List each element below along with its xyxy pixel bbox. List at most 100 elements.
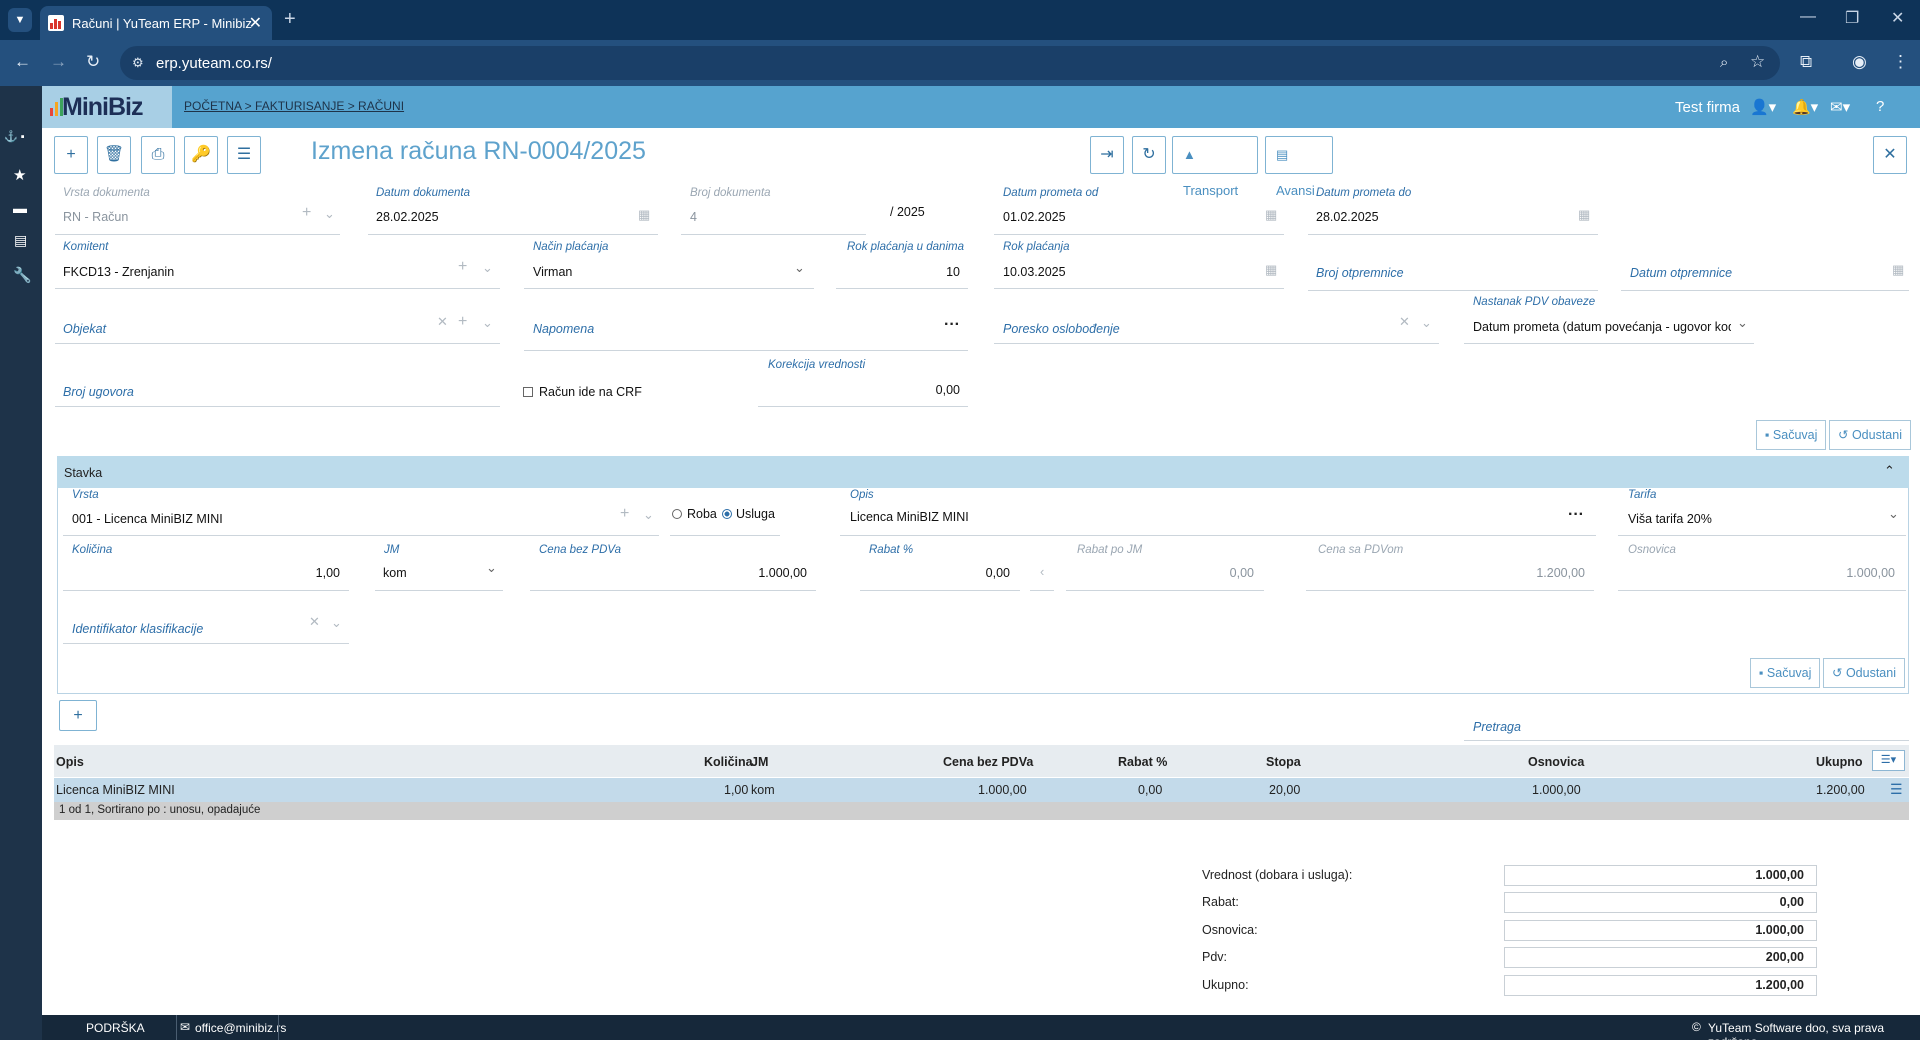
vrsta-field[interactable]: 001 - Licenca MiniBIZ MINI xyxy=(72,512,223,526)
plus-icon[interactable]: + xyxy=(620,505,629,523)
col-stopa[interactable]: Stopa xyxy=(1266,755,1301,769)
opis-field[interactable]: Licenca MiniBIZ MINI xyxy=(850,510,969,524)
save-form-button[interactable]: ▪ Sačuvaj xyxy=(1756,420,1827,450)
close-form-button[interactable]: ✕ xyxy=(1873,136,1907,174)
komitent-field[interactable]: FKCD13 - Zrenjanin xyxy=(63,265,174,279)
plus-icon[interactable]: + xyxy=(458,313,467,331)
col-osnovica[interactable]: Osnovica xyxy=(1528,755,1584,769)
refresh-button[interactable]: ↻ xyxy=(1132,136,1166,174)
delete-button[interactable]: 🗑 xyxy=(97,136,131,174)
bookmark-star-icon[interactable]: ☆ xyxy=(1750,52,1765,72)
transport-button[interactable]: ▲ Transport xyxy=(1172,136,1258,198)
star-icon[interactable]: ★ xyxy=(13,166,26,184)
calendar-icon[interactable]: ▦ xyxy=(1892,262,1904,278)
datum-prometa-od-field[interactable]: 01.02.2025 xyxy=(1003,210,1066,224)
objekat-field[interactable]: Objekat xyxy=(63,322,106,336)
tarifa-field[interactable]: Viša tarifa 20% xyxy=(1628,512,1712,526)
back-icon[interactable]: ← xyxy=(14,52,31,72)
kolicina-field[interactable]: 1,00 xyxy=(63,566,340,580)
datum-prometa-do-field[interactable]: 28.02.2025 xyxy=(1316,210,1379,224)
usluga-radio[interactable] xyxy=(722,509,732,519)
more-dots-icon[interactable]: ··· xyxy=(944,316,960,334)
browser-tab[interactable]: Računi | YuTeam ERP - Minibiz ✕ xyxy=(40,6,272,40)
stavka-header[interactable]: Stavka ⌃ xyxy=(57,456,1909,488)
korekcija-field[interactable]: 0,00 xyxy=(760,383,960,397)
cancel-form-button[interactable]: ↺ Odustani xyxy=(1829,420,1911,450)
collapse-icon[interactable]: ⌃ xyxy=(1884,463,1895,479)
breadcrumb[interactable]: POČETNA > FAKTURISANJE > RAČUNI xyxy=(184,99,404,113)
bell-icon[interactable]: 🔔▾ xyxy=(1792,98,1818,116)
chevron-down-icon[interactable]: ⌄ xyxy=(794,260,805,276)
wrench-icon[interactable]: 🔧 xyxy=(13,266,32,284)
add-item-button[interactable]: + xyxy=(59,700,97,731)
mail-icon[interactable]: ✉▾ xyxy=(1830,98,1850,116)
col-opis[interactable]: Opis xyxy=(56,755,84,769)
user-icon[interactable]: 👤▾ xyxy=(1750,98,1776,116)
broj-ugovora-field[interactable]: Broj ugovora xyxy=(63,385,134,399)
col-rabat[interactable]: Rabat % xyxy=(1118,755,1167,769)
calendar-icon[interactable]: ▦ xyxy=(1265,207,1277,223)
forward-icon[interactable]: → xyxy=(50,52,67,72)
anchor-icon[interactable]: ⚓ ▪ xyxy=(4,130,25,143)
url-field[interactable]: ⚙ erp.yuteam.co.rs/ ⌕ ☆ xyxy=(120,46,1780,80)
chevron-down-icon[interactable]: ⌄ xyxy=(486,560,497,576)
export-button[interactable]: ⇥ xyxy=(1090,136,1124,174)
avansi-button[interactable]: ▤ Avansi xyxy=(1265,136,1333,198)
close-tab-icon[interactable]: ✕ xyxy=(249,13,262,33)
document-icon[interactable]: ▤ xyxy=(14,232,27,249)
poresko-oslobodjenje-field[interactable]: Poresko oslobođenje xyxy=(1003,322,1120,336)
col-kolicina[interactable]: Količina xyxy=(704,755,753,769)
chevron-down-icon[interactable]: ⌄ xyxy=(482,260,493,276)
folder-icon[interactable]: ▬ xyxy=(13,200,27,216)
new-tab-icon[interactable]: + xyxy=(284,8,296,31)
crf-checkbox[interactable] xyxy=(523,387,533,397)
restore-icon[interactable]: ❐ xyxy=(1845,8,1859,28)
chevron-left-icon[interactable]: ‹ xyxy=(1040,564,1044,579)
email-link[interactable]: office@minibiz.rs xyxy=(195,1021,286,1035)
help-icon[interactable]: ? xyxy=(1876,98,1884,115)
rok-dani-field[interactable]: 10 xyxy=(838,265,960,279)
window-close-icon[interactable]: ✕ xyxy=(1891,8,1904,28)
tools-button[interactable]: 🔑 xyxy=(184,136,218,174)
jm-field[interactable]: kom xyxy=(383,566,407,580)
search-field[interactable]: Pretraga xyxy=(1473,720,1521,734)
company-name[interactable]: Test firma xyxy=(1675,99,1740,116)
more-dots-icon[interactable]: ··· xyxy=(1568,506,1584,524)
list-button[interactable]: ☰ xyxy=(227,136,261,174)
rok-placanja-field[interactable]: 10.03.2025 xyxy=(1003,265,1066,279)
row-menu-icon[interactable]: ☰ xyxy=(1890,781,1903,798)
chevron-down-icon[interactable]: ⌄ xyxy=(643,507,654,523)
chevron-down-icon[interactable]: ⌄ xyxy=(1888,506,1899,522)
add-button[interactable]: + xyxy=(54,136,88,174)
col-jm[interactable]: JM xyxy=(751,755,768,769)
cancel-item-button[interactable]: ↺ Odustani xyxy=(1823,658,1905,688)
calendar-icon[interactable]: ▦ xyxy=(1265,262,1277,278)
cena-bez-pdv-field[interactable]: 1.000,00 xyxy=(530,566,807,580)
table-row[interactable]: Licenca MiniBIZ MINI 1,00 kom 1.000,00 0… xyxy=(54,778,1909,802)
profile-icon[interactable]: ◉ xyxy=(1852,52,1867,72)
datum-dokumenta-field[interactable]: 28.02.2025 xyxy=(376,210,439,224)
identifikator-field[interactable]: Identifikator klasifikacije xyxy=(72,622,203,636)
broj-otpremnice-field[interactable]: Broj otpremnice xyxy=(1316,266,1404,280)
plus-icon[interactable]: + xyxy=(458,258,467,276)
browser-menu-icon[interactable]: ⋮ xyxy=(1892,52,1909,72)
nastanak-pdv-field[interactable]: Datum prometa (datum povećanja - ugovor … xyxy=(1473,320,1731,334)
extensions-icon[interactable]: ⧉ xyxy=(1800,52,1812,72)
column-menu-icon[interactable]: ☰▾ xyxy=(1872,750,1905,771)
site-info-icon[interactable]: ⚙ xyxy=(132,55,144,71)
podrska-link[interactable]: PODRŠKA xyxy=(86,1021,145,1035)
chevron-down-icon[interactable]: ⌄ xyxy=(331,615,342,631)
clear-icon[interactable]: ✕ xyxy=(437,314,448,330)
col-cena[interactable]: Cena bez PDVa xyxy=(943,755,1033,769)
rabat-field[interactable]: 0,00 xyxy=(860,566,1010,580)
logo-area[interactable]: MiniBiz xyxy=(42,86,172,128)
nacin-placanja-field[interactable]: Virman xyxy=(533,265,572,279)
tab-list-icon[interactable]: ▼ xyxy=(8,8,32,32)
roba-radio[interactable] xyxy=(672,509,682,519)
minimize-icon[interactable]: — xyxy=(1800,8,1816,26)
clear-icon[interactable]: ✕ xyxy=(309,614,320,630)
chevron-down-icon[interactable]: ⌄ xyxy=(482,315,493,331)
save-item-button[interactable]: ▪ Sačuvaj xyxy=(1750,658,1821,688)
reload-icon[interactable]: ↻ xyxy=(86,52,100,72)
col-ukupno[interactable]: Ukupno xyxy=(1816,755,1863,769)
